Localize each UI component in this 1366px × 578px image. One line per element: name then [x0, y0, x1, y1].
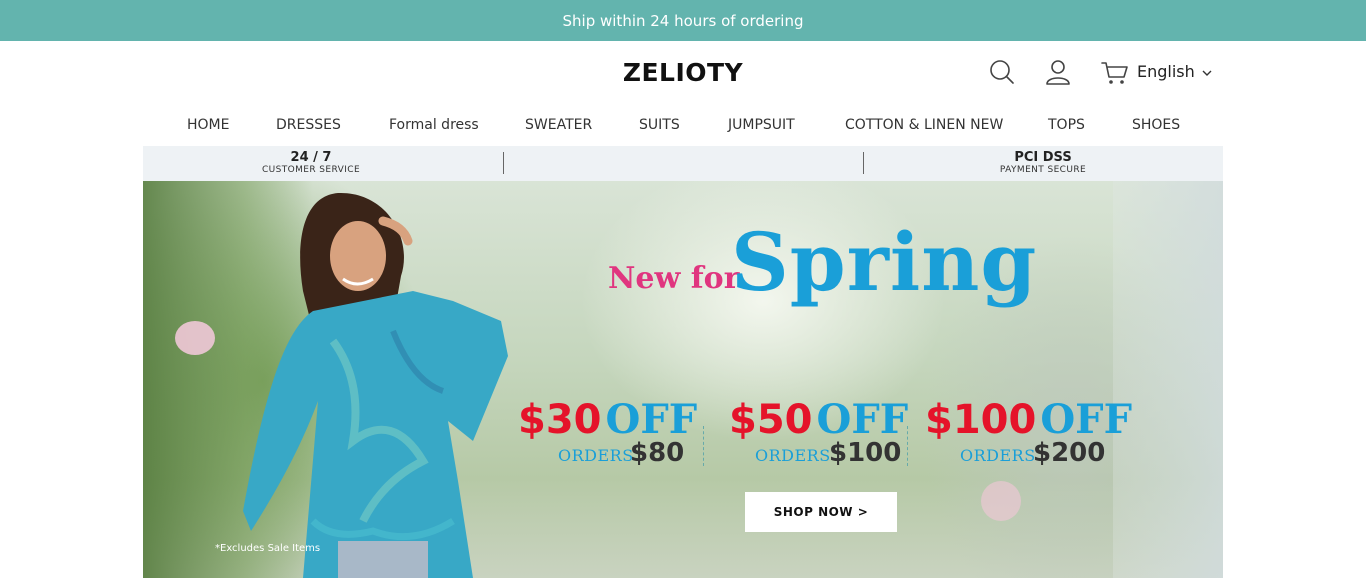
cart-icon[interactable] [1100, 57, 1130, 87]
language-selector[interactable]: English [1137, 62, 1212, 81]
trust-right-title: PCI DSS [1014, 150, 1072, 165]
trust-bar: 24 / 7 CUSTOMER SERVICE PCI DSS PAYMENT … [143, 146, 1223, 181]
deal-3: $100 OFF ORDERS $200 [925, 396, 1132, 468]
deal-off: OFF [1040, 396, 1132, 443]
deal-threshold: $100 [829, 438, 902, 468]
nav-item-suits[interactable]: SUITS [639, 117, 680, 133]
chevron-down-icon [1202, 62, 1212, 81]
language-label: English [1137, 62, 1195, 81]
trust-left-subtitle: CUSTOMER SERVICE [261, 165, 361, 175]
nav-item-dresses[interactable]: DRESSES [276, 117, 341, 133]
announcement-text: Ship within 24 hours of ordering [562, 11, 804, 30]
search-icon[interactable] [987, 57, 1017, 87]
deal-orders-label: ORDERS [960, 446, 1036, 465]
deal-amount: $100 [925, 397, 1037, 443]
hero-flower [981, 481, 1021, 521]
deal-off: OFF [605, 396, 698, 443]
hero-exclusion-note: *Excludes Sale Items [215, 543, 321, 554]
hero-headline-small: New for [608, 261, 740, 296]
deal-divider [907, 426, 908, 466]
nav-item-shoes[interactable]: SHOES [1132, 117, 1180, 133]
deal-1: $30 OFF ORDERS $80 [518, 396, 698, 468]
trust-right-subtitle: PAYMENT SECURE [999, 165, 1087, 175]
nav-item-tops[interactable]: TOPS [1048, 117, 1085, 133]
hero-model-image [243, 192, 508, 578]
deal-threshold: $80 [630, 438, 685, 468]
trust-customer-service: 24 / 7 CUSTOMER SERVICE [243, 151, 379, 176]
trust-payment-secure: PCI DSS PAYMENT SECURE [973, 151, 1113, 176]
nav-item-jumpsuit[interactable]: JUMPSUIT [728, 117, 795, 133]
deal-amount: $30 [518, 397, 602, 443]
site-header: ZELIOTY English [0, 41, 1366, 103]
user-icon[interactable] [1043, 57, 1073, 87]
announcement-bar: Ship within 24 hours of ordering [0, 0, 1366, 41]
hero-wall [1113, 181, 1223, 578]
deal-divider [703, 426, 704, 466]
hero-banner[interactable]: New for Spring $30 OFF ORDERS $80 $50 OFF … [143, 181, 1223, 578]
nav-item-formal-dress[interactable]: Formal dress [389, 117, 479, 133]
trust-divider [503, 152, 504, 174]
trust-left-title: 24 / 7 [290, 150, 332, 165]
deal-orders-label: ORDERS [755, 446, 831, 465]
deal-threshold: $200 [1033, 438, 1106, 468]
nav-item-cotton-linen[interactable]: COTTON & LINEN NEW [845, 117, 1003, 133]
nav-item-sweater[interactable]: SWEATER [525, 117, 592, 133]
site-logo[interactable]: ZELIOTY [583, 58, 783, 87]
shop-now-button[interactable]: SHOP NOW > [745, 492, 897, 532]
nav-item-home[interactable]: HOME [187, 117, 229, 133]
deal-orders-label: ORDERS [558, 446, 634, 465]
deal-off: OFF [816, 396, 909, 443]
deal-2: $50 OFF ORDERS $100 [729, 396, 909, 468]
hero-headline-big: Spring [731, 215, 1038, 309]
hero-flower [175, 321, 215, 355]
deal-amount: $50 [729, 397, 813, 443]
trust-divider [863, 152, 864, 174]
main-nav: HOME DRESSES Formal dress SWEATER SUITS … [0, 103, 1366, 146]
